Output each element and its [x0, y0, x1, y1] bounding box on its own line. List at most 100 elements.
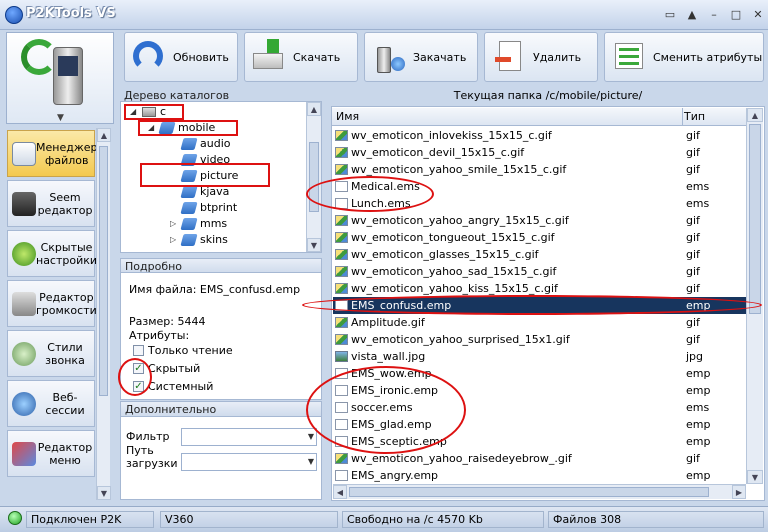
delete-label: Удалить [533, 50, 582, 64]
nav-menu-editor[interactable]: Редактор меню [7, 430, 95, 477]
table-row[interactable]: wv_emoticon_yahoo_surprised_15x1.gif gif [333, 331, 746, 348]
file-type: ems [686, 180, 710, 193]
chevron-down-icon[interactable]: ▼ [308, 432, 314, 441]
file-type: gif [686, 333, 700, 346]
table-row[interactable]: Amplitude.gif gif [333, 314, 746, 331]
path-label-line2: загрузки [126, 457, 178, 470]
scroll-up-arrow-icon[interactable]: ▲ [747, 108, 763, 122]
table-row[interactable]: EMS_angry.emp emp [333, 467, 746, 484]
scroll-thumb[interactable] [749, 124, 761, 314]
download-icon [251, 39, 287, 75]
table-row[interactable]: wv_emoticon_glasses_15x15_c.gif gif [333, 246, 746, 263]
download-label: Скачать [293, 50, 341, 64]
nav-label: Веб-сессии [45, 390, 85, 417]
file-list-hscrollbar[interactable]: ◀ ▶ [333, 484, 746, 499]
window-up-icon[interactable]: ▲ [684, 8, 700, 22]
chevron-down-icon[interactable]: ▼ [57, 113, 64, 123]
file-type: emp [686, 435, 711, 448]
upload-path-combo[interactable]: ▼ [181, 453, 317, 471]
expander-icon[interactable]: ▷ [170, 216, 180, 232]
chevron-down-icon[interactable]: ▼ [308, 457, 314, 466]
nav-file-manager[interactable]: Менеджер файлов [7, 130, 97, 177]
refresh-button[interactable]: Обновить [124, 32, 238, 82]
download-button[interactable]: Скачать [244, 32, 358, 82]
title-bar: P2KTools VS ▭ ▲ – □ ✕ [0, 0, 768, 30]
image-file-icon [335, 351, 348, 362]
tree-scrollbar[interactable]: ▲ ▼ [306, 102, 321, 252]
column-separator[interactable] [682, 108, 683, 126]
filter-combo[interactable]: ▼ [181, 428, 317, 446]
file-list-vscrollbar[interactable]: ▲ ▼ [746, 108, 763, 484]
detail-attributes-label: Атрибуты: [129, 329, 190, 342]
tree-title: Дерево каталогов [124, 89, 230, 102]
scroll-down-arrow-icon[interactable]: ▼ [307, 238, 321, 252]
expander-icon[interactable]: ▷ [170, 232, 180, 248]
hidden-label: Скрытый [148, 362, 201, 375]
file-type: ems [686, 401, 710, 414]
tree-item-audio[interactable]: audio [180, 136, 230, 152]
phone-screen [58, 56, 78, 76]
change-attributes-button[interactable]: Сменить атрибуты [604, 32, 764, 82]
scroll-right-arrow-icon[interactable]: ▶ [732, 485, 746, 499]
tree-item-btprint[interactable]: btprint [180, 200, 237, 216]
scroll-down-arrow-icon[interactable]: ▼ [97, 486, 111, 500]
scroll-down-arrow-icon[interactable]: ▼ [747, 470, 763, 484]
phone-icon [53, 47, 83, 105]
sync-icon [21, 39, 57, 75]
readonly-label: Только чтение [148, 344, 233, 357]
upload-button[interactable]: Закачать [364, 32, 478, 82]
window-minimize-button[interactable]: – [706, 8, 722, 22]
table-row[interactable]: wv_emoticon_inlovekiss_15x15_c.gif gif [333, 127, 746, 144]
tree-item-label: mms [200, 217, 228, 230]
window-restore-icon[interactable]: ▭ [662, 8, 678, 22]
scroll-left-arrow-icon[interactable]: ◀ [333, 485, 347, 499]
status-file-count: Файлов 308 [548, 511, 764, 528]
nav-ring-styles[interactable]: Стили звонка [7, 330, 95, 377]
image-file-icon [335, 266, 348, 277]
file-name: wv_emoticon_yahoo_sad_15x15_c.gif [351, 265, 557, 278]
status-free-space: Свободно на /c 4570 Kb [342, 511, 544, 528]
toolbar: Обновить Скачать Закачать Удалить Сменит… [120, 32, 768, 84]
table-row[interactable]: wv_emoticon_devil_15x15_c.gif gif [333, 144, 746, 161]
table-row[interactable]: wv_emoticon_yahoo_smile_15x15_c.gif gif [333, 161, 746, 178]
column-name-header[interactable]: Имя [336, 110, 359, 123]
status-bar: Подключен P2K V360 Свободно на /c 4570 K… [0, 506, 768, 532]
column-type-header[interactable]: Тип [684, 110, 705, 123]
detail-size: Размер: 5444 [129, 315, 206, 328]
filter-label: Фильтр [126, 430, 170, 443]
image-file-icon [335, 164, 348, 175]
tree-item-mms[interactable]: ▷ mms [170, 216, 227, 232]
nav-hidden-settings[interactable]: Скрытые настройки [7, 230, 97, 277]
file-type: emp [686, 384, 711, 397]
file-name: wv_emoticon_inlovekiss_15x15_c.gif [351, 129, 552, 142]
image-file-icon [335, 130, 348, 141]
image-file-icon [335, 232, 348, 243]
path-label-line1: Путь [126, 444, 154, 457]
nav-seem-editor[interactable]: Seem редактор [7, 180, 95, 227]
volume-editor-icon [12, 291, 36, 316]
table-row[interactable]: wv_emoticon_yahoo_angry_15x15_c.gif gif [333, 212, 746, 229]
phone-panel[interactable]: ▼ [6, 32, 114, 124]
scroll-thumb[interactable] [99, 146, 108, 396]
scroll-thumb[interactable] [349, 487, 709, 497]
table-row[interactable]: wv_emoticon_yahoo_sad_15x15_c.gif gif [333, 263, 746, 280]
file-type: emp [686, 418, 711, 431]
scroll-up-arrow-icon[interactable]: ▲ [97, 128, 111, 142]
nav-volume-editor[interactable]: Редактор громкости [7, 280, 97, 327]
file-type: gif [686, 214, 700, 227]
window-maximize-button[interactable]: □ [728, 8, 744, 22]
scroll-up-arrow-icon[interactable]: ▲ [307, 102, 321, 116]
tree-item-skins[interactable]: ▷ skins [170, 232, 228, 248]
status-model: V360 [160, 511, 338, 528]
nav-scrollbar[interactable]: ▲ ▼ [96, 128, 111, 500]
extra-title: Дополнительно [120, 401, 322, 417]
file-type: gif [686, 265, 700, 278]
file-name: wv_emoticon_tongueout_15x15_c.gif [351, 231, 555, 244]
table-row[interactable]: vista_wall.jpg jpg [333, 348, 746, 365]
file-name: wv_emoticon_devil_15x15_c.gif [351, 146, 525, 159]
delete-button[interactable]: Удалить [484, 32, 598, 82]
readonly-checkbox[interactable] [133, 345, 144, 356]
table-row[interactable]: wv_emoticon_tongueout_15x15_c.gif gif [333, 229, 746, 246]
nav-web-sessions[interactable]: Веб-сессии [7, 380, 95, 427]
window-close-button[interactable]: ✕ [750, 8, 766, 22]
